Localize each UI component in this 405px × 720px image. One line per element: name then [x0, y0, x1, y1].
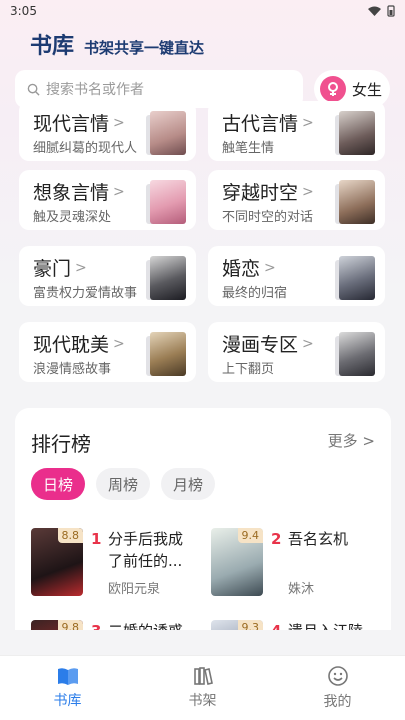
- search-icon: [27, 83, 40, 96]
- book-score-badge: 8.8: [57, 528, 83, 543]
- category-name: 穿越时空 >: [222, 182, 314, 204]
- book-rank-number: 3: [91, 622, 101, 630]
- category-card-marriage[interactable]: 婚恋 > 最终的归宿: [208, 246, 385, 306]
- book-rank-number: 2: [271, 530, 282, 548]
- chevron-right-icon: >: [113, 335, 125, 352]
- tab-monthly[interactable]: 月榜: [161, 468, 215, 500]
- book-cover-image: 8.8: [31, 528, 83, 596]
- status-bar: 3:05: [0, 0, 405, 22]
- category-cover-image: [339, 111, 375, 155]
- chevron-right-icon: >: [362, 432, 375, 450]
- category-card-comics[interactable]: 漫画专区 > 上下翻页: [208, 322, 385, 382]
- ranking-book-item[interactable]: 9.4 2 吾名玄机 姝沐: [211, 528, 381, 603]
- book-score-badge: 9.4: [237, 528, 263, 543]
- category-cover-image: [339, 180, 375, 224]
- category-name: 婚恋 >: [222, 258, 276, 280]
- ranking-title: 排行榜: [31, 432, 91, 456]
- gender-label: 女生: [352, 80, 383, 99]
- book-cover-image: 9.4: [211, 528, 263, 596]
- chevron-right-icon: >: [302, 335, 314, 352]
- category-card-modern-bl[interactable]: 现代耽美 > 浪漫情感故事: [19, 322, 196, 382]
- chevron-right-icon: >: [113, 114, 125, 131]
- battery-icon: [387, 5, 395, 17]
- page-slogan: 书架共享一键直达: [84, 39, 205, 57]
- chevron-right-icon: >: [302, 183, 314, 200]
- category-name: 想象言情 >: [33, 182, 125, 204]
- category-name: 现代言情 >: [33, 113, 125, 135]
- chevron-right-icon: >: [264, 259, 276, 276]
- book-cover-image: 9.3: [211, 620, 263, 630]
- category-cover-image: [339, 332, 375, 376]
- ranking-more-link[interactable]: 更多 >: [328, 430, 375, 451]
- category-card-modern-romance[interactable]: 现代言情 > 细腻纠葛的现代人: [19, 101, 196, 161]
- book-title: 分手后我成了前任的...: [108, 530, 184, 570]
- category-name: 漫画专区 >: [222, 334, 314, 356]
- book-rank-number: 1: [91, 530, 102, 548]
- status-icons: [368, 5, 395, 17]
- status-time: 3:05: [10, 4, 37, 18]
- category-desc: 细腻纠葛的现代人: [33, 141, 138, 156]
- category-card-fantasy-romance[interactable]: 想象言情 > 触及灵魂深处: [19, 170, 196, 230]
- female-icon: [320, 76, 346, 102]
- book-title: 二婚的诱惑: [108, 620, 192, 630]
- tab-daily[interactable]: 日榜: [31, 468, 85, 500]
- category-desc: 最终的归宿: [222, 286, 288, 301]
- book-title: 遗月入江陵: [288, 620, 372, 630]
- ranking-book-item[interactable]: 9.3 4 遗月入江陵: [211, 620, 381, 630]
- book-title: 吾名玄机: [288, 530, 349, 548]
- ranking-book-item[interactable]: 9.8 3 二婚的诱惑: [31, 620, 201, 630]
- page-title: 书库: [30, 34, 75, 59]
- smiley-icon: [327, 666, 348, 686]
- chevron-right-icon: >: [75, 259, 87, 276]
- category-desc: 上下翻页: [222, 362, 275, 377]
- category-cover-image: [150, 111, 186, 155]
- chevron-right-icon: >: [302, 114, 314, 131]
- category-cover-image: [150, 180, 186, 224]
- category-card-ancient-romance[interactable]: 古代言情 > 触笔生情: [208, 101, 385, 161]
- category-card-time-travel[interactable]: 穿越时空 > 不同时空的对话: [208, 170, 385, 230]
- page-header: 书库 书架共享一键直达: [30, 28, 204, 60]
- nav-label: 书架: [188, 693, 217, 709]
- book-author: 姝沐: [288, 582, 315, 597]
- category-cover-image: [150, 256, 186, 300]
- bottom-navigation: 书库 书架 我的: [0, 655, 405, 720]
- open-book-icon: [57, 668, 78, 685]
- tab-weekly[interactable]: 周榜: [96, 468, 150, 500]
- category-desc: 不同时空的对话: [222, 210, 314, 225]
- nav-label: 书库: [53, 693, 82, 709]
- category-cover-image: [150, 332, 186, 376]
- book-rank-number: 4: [271, 622, 281, 630]
- category-name: 现代耽美 >: [33, 334, 125, 356]
- category-cover-image: [339, 256, 375, 300]
- book-cover-image: 9.8: [31, 620, 83, 630]
- search-placeholder: 搜索书名或作者: [46, 82, 144, 98]
- nav-item-bookshelf[interactable]: 书架: [163, 666, 243, 710]
- nav-item-profile[interactable]: 我的: [298, 665, 378, 711]
- ranking-panel: 排行榜 更多 > 日榜 周榜 月榜 8.8 1 分手后我成了前任的... 欧阳元…: [15, 408, 391, 630]
- bookshelf-icon: [193, 667, 213, 685]
- category-name: 豪门 >: [33, 258, 87, 280]
- category-desc: 触笔生情: [222, 141, 275, 156]
- wifi-icon: [368, 6, 381, 16]
- chevron-right-icon: >: [113, 183, 125, 200]
- category-desc: 触及灵魂深处: [33, 210, 112, 225]
- book-author: 欧阳元泉: [108, 582, 161, 597]
- book-score-badge: 9.8: [57, 620, 83, 630]
- nav-item-library[interactable]: 书库: [28, 666, 108, 710]
- category-card-wealthy-family[interactable]: 豪门 > 富贵权力爱情故事: [19, 246, 196, 306]
- category-name: 古代言情 >: [222, 113, 314, 135]
- nav-label: 我的: [323, 694, 352, 710]
- category-desc: 富贵权力爱情故事: [33, 286, 138, 301]
- category-desc: 浪漫情感故事: [33, 362, 112, 377]
- ranking-book-item[interactable]: 8.8 1 分手后我成了前任的... 欧阳元泉: [31, 528, 201, 603]
- book-score-badge: 9.3: [237, 620, 263, 630]
